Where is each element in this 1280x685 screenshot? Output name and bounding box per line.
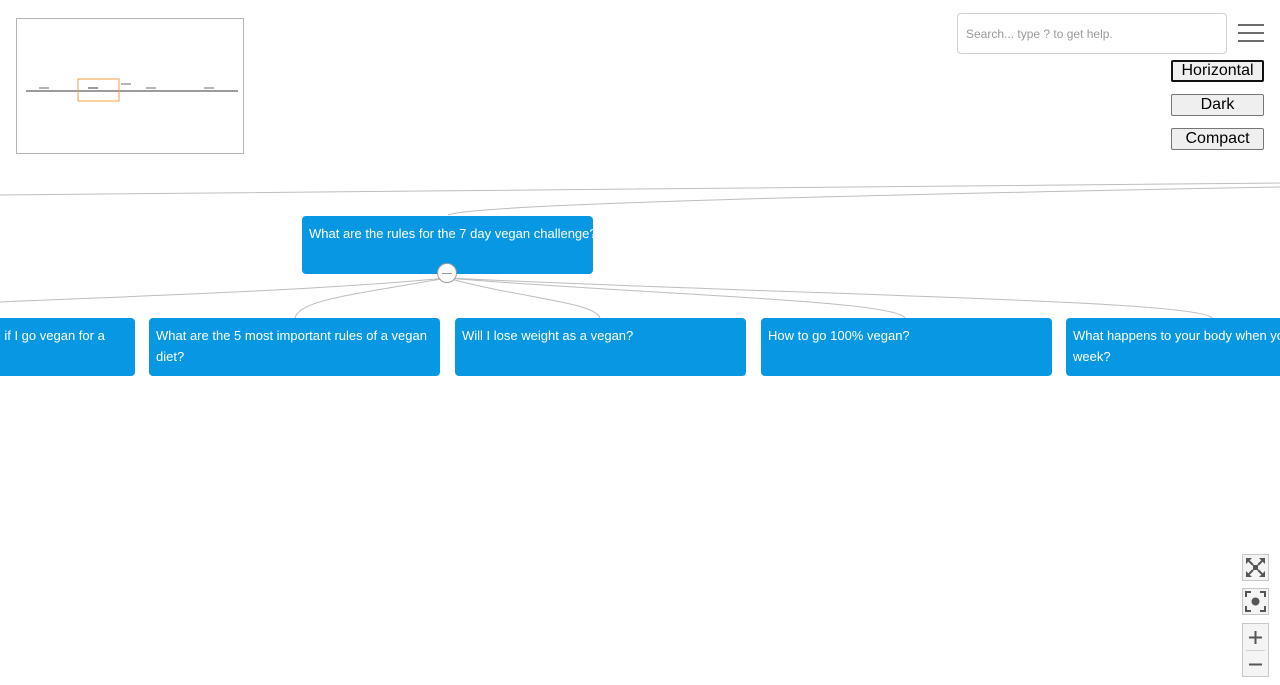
child-link bbox=[0, 277, 448, 303]
compact-button[interactable]: Compact bbox=[1171, 128, 1264, 150]
child-node[interactable]: Will I lose weight as a vegan? bbox=[455, 318, 746, 376]
search-input[interactable] bbox=[957, 13, 1227, 54]
mindmap-canvas[interactable]: Horizontal Dark Compact What are the rul… bbox=[0, 0, 1280, 685]
child-link bbox=[446, 277, 906, 319]
zoom-out-icon[interactable] bbox=[1243, 651, 1268, 677]
dark-button[interactable]: Dark bbox=[1171, 94, 1264, 116]
child-node[interactable]: What happens to your body when yo for a … bbox=[1066, 318, 1280, 376]
child-node-label: What happens to your body when yo for a … bbox=[1073, 328, 1280, 364]
child-node[interactable]: How to go 100% vegan? bbox=[761, 318, 1052, 376]
collapse-toggle-icon[interactable] bbox=[437, 263, 457, 283]
child-node[interactable]: se if I go vegan for a bbox=[0, 318, 135, 376]
child-link bbox=[446, 277, 1213, 319]
minimap-preview bbox=[26, 78, 238, 102]
root-node-label: What are the rules for the 7 day vegan c… bbox=[309, 226, 593, 241]
horizontal-button[interactable]: Horizontal bbox=[1171, 60, 1264, 82]
hamburger-menu-icon[interactable] bbox=[1237, 22, 1265, 44]
child-node-label: How to go 100% vegan? bbox=[768, 328, 910, 343]
child-node-label: Will I lose weight as a vegan? bbox=[462, 328, 634, 343]
center-focus-icon[interactable] bbox=[1242, 588, 1269, 615]
minimap[interactable] bbox=[16, 18, 244, 154]
root-link bbox=[447, 186, 1280, 216]
child-node-label: se if I go vegan for a bbox=[0, 328, 105, 343]
zoom-in-icon[interactable] bbox=[1243, 624, 1268, 650]
fit-screen-icon[interactable] bbox=[1242, 554, 1269, 581]
zoom-controls bbox=[1242, 623, 1269, 677]
child-node-label: What are the 5 most important rules of a… bbox=[156, 328, 427, 364]
parent-link bbox=[0, 182, 1280, 196]
child-node[interactable]: What are the 5 most important rules of a… bbox=[149, 318, 440, 376]
